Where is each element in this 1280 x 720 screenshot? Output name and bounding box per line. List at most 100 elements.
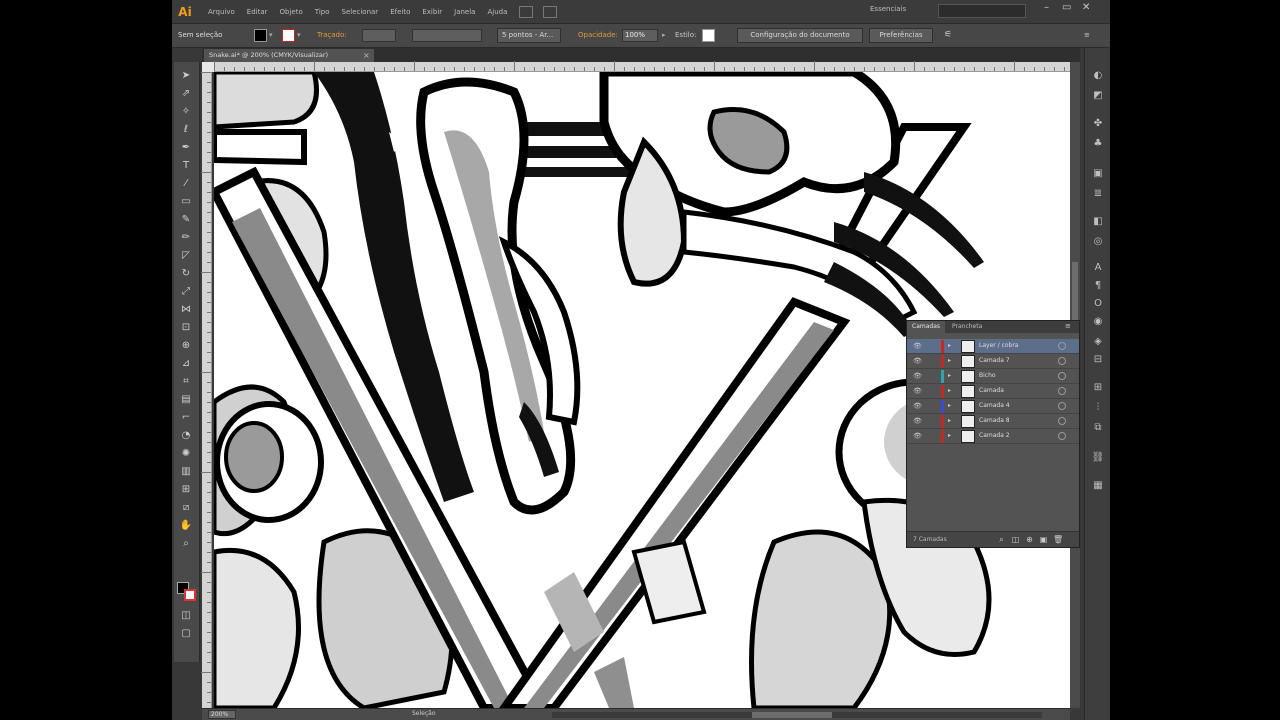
target-icon[interactable] bbox=[1058, 357, 1066, 365]
stroke-label[interactable]: Traçado: bbox=[317, 29, 347, 42]
hand-icon[interactable]: ✋ bbox=[179, 520, 193, 532]
target-icon[interactable] bbox=[1058, 417, 1066, 425]
layer-row[interactable]: 👁 ▸ Camada 7 bbox=[907, 354, 1079, 369]
stroke-swatch[interactable] bbox=[282, 29, 295, 42]
close-icon[interactable]: ✕ bbox=[1082, 2, 1090, 13]
lock-toggle[interactable] bbox=[929, 341, 935, 351]
bridge-icon[interactable] bbox=[519, 5, 534, 18]
clipping-mask-icon[interactable]: ◫ bbox=[1011, 535, 1020, 544]
menu-file[interactable]: Arquivo bbox=[208, 8, 235, 16]
pencil-icon[interactable]: ✏ bbox=[179, 232, 193, 244]
mesh-icon[interactable]: ⌗ bbox=[179, 376, 193, 388]
menu-edit[interactable]: Editar bbox=[247, 8, 268, 16]
fill-swatch[interactable] bbox=[254, 29, 267, 42]
eyedropper-icon[interactable]: ⌐ bbox=[179, 412, 193, 424]
panel-menu-icon[interactable]: ≡ bbox=[1065, 322, 1071, 330]
color-guide-icon[interactable]: ◩ bbox=[1091, 90, 1105, 102]
visibility-icon[interactable]: 👁 bbox=[913, 402, 922, 410]
gradient-icon[interactable]: ▤ bbox=[179, 394, 193, 406]
lock-toggle[interactable] bbox=[929, 431, 935, 441]
pathfinder-icon[interactable]: ⧉ bbox=[1091, 422, 1105, 434]
rectangle-icon[interactable]: ▭ bbox=[179, 196, 193, 208]
ruler-origin[interactable] bbox=[202, 62, 214, 72]
stroke-dropdown-icon[interactable]: ▾ bbox=[297, 29, 301, 42]
search-input[interactable] bbox=[938, 4, 1026, 18]
graphic-styles-icon[interactable]: ▣ bbox=[1091, 168, 1105, 180]
graph-icon[interactable]: ▥ bbox=[179, 466, 193, 478]
layer-name[interactable]: Camada 2 bbox=[979, 432, 1010, 439]
visibility-icon[interactable]: 👁 bbox=[913, 342, 922, 350]
brushes-icon[interactable]: ✤ bbox=[1091, 118, 1105, 130]
selection-icon[interactable]: ➤ bbox=[179, 70, 193, 82]
expand-icon[interactable]: ▸ bbox=[948, 342, 951, 349]
paintbrush-icon[interactable]: ✎ bbox=[179, 214, 193, 226]
expand-icon[interactable]: ▸ bbox=[948, 402, 951, 409]
target-icon[interactable] bbox=[1058, 402, 1066, 410]
color-icon[interactable]: ◐ bbox=[1091, 70, 1105, 82]
blend-icon[interactable]: ◔ bbox=[179, 430, 193, 442]
menu-type[interactable]: Tipo bbox=[315, 8, 330, 16]
variable-width-profile[interactable] bbox=[412, 29, 482, 42]
lock-toggle[interactable] bbox=[929, 356, 935, 366]
layer-name[interactable]: Camada 4 bbox=[979, 402, 1010, 409]
layer-row[interactable]: 👁 ▸ Camada bbox=[907, 384, 1079, 399]
expand-icon[interactable]: ▸ bbox=[948, 387, 951, 394]
lasso-icon[interactable]: ℓ bbox=[179, 124, 193, 136]
opacity-dropdown-icon[interactable]: ▸ bbox=[662, 29, 666, 42]
appearance-icon[interactable]: ◉ bbox=[1091, 316, 1105, 328]
eraser-icon[interactable]: ◸ bbox=[179, 250, 193, 262]
arrange-documents-icon[interactable] bbox=[543, 5, 558, 18]
opacity-field[interactable]: 100% bbox=[622, 29, 658, 42]
menu-window[interactable]: Janela bbox=[454, 8, 475, 16]
workspace-switcher[interactable]: Essenciais bbox=[870, 5, 906, 13]
paragraph-icon[interactable]: ¶ bbox=[1091, 280, 1105, 292]
visibility-icon[interactable]: 👁 bbox=[913, 357, 922, 365]
target-icon[interactable] bbox=[1058, 372, 1066, 380]
tab-layers[interactable]: Camadas bbox=[907, 321, 945, 333]
zoom-field[interactable]: 200% bbox=[208, 710, 236, 719]
selection-indicator[interactable] bbox=[1070, 343, 1075, 349]
control-panel-menu-icon[interactable]: ≡ bbox=[1084, 29, 1090, 42]
target-icon[interactable] bbox=[1058, 432, 1066, 440]
arrange-icon[interactable]: ⚟ bbox=[944, 29, 952, 42]
visibility-icon[interactable]: 👁 bbox=[913, 387, 922, 395]
visibility-icon[interactable]: 👁 bbox=[913, 432, 922, 440]
artboard-icon[interactable]: ⊞ bbox=[179, 484, 193, 496]
lock-toggle[interactable] bbox=[929, 401, 935, 411]
menu-help[interactable]: Ajuda bbox=[487, 8, 507, 16]
layer-name[interactable]: Camada 8 bbox=[979, 417, 1010, 424]
layer-row[interactable]: 👁 ▸ Bicho bbox=[907, 369, 1079, 384]
expand-icon[interactable]: ▸ bbox=[948, 357, 951, 364]
minimize-icon[interactable]: – bbox=[1044, 2, 1049, 13]
width-icon[interactable]: ⋈ bbox=[179, 304, 193, 316]
fill-dropdown-icon[interactable]: ▾ bbox=[269, 29, 273, 42]
stroke-weight-field[interactable] bbox=[362, 29, 396, 42]
new-layer-icon[interactable]: ▣ bbox=[1039, 535, 1048, 544]
layer-name[interactable]: Layer / cobra bbox=[979, 342, 1019, 349]
lock-toggle[interactable] bbox=[929, 416, 935, 426]
gradient-panel-icon[interactable]: ◧ bbox=[1091, 216, 1105, 228]
artboards-panel-icon[interactable]: ⊟ bbox=[1091, 354, 1105, 366]
perspective-icon[interactable]: ⊿ bbox=[179, 358, 193, 370]
line-icon[interactable]: ⁄ bbox=[179, 178, 193, 190]
slice-icon[interactable]: ⧄ bbox=[179, 502, 193, 514]
visibility-icon[interactable]: 👁 bbox=[913, 417, 922, 425]
shape-builder-icon[interactable]: ⊕ bbox=[179, 340, 193, 352]
layer-name[interactable]: Bicho bbox=[979, 372, 996, 379]
expand-icon[interactable]: ▸ bbox=[948, 372, 951, 379]
layers-panel-icon[interactable]: ◈ bbox=[1091, 336, 1105, 348]
layer-row[interactable]: 👁 ▸ Camada 2 bbox=[907, 429, 1079, 444]
layer-row[interactable]: 👁 ▸ Layer / cobra bbox=[907, 339, 1079, 354]
expand-icon[interactable]: ▸ bbox=[948, 417, 951, 424]
target-icon[interactable] bbox=[1058, 342, 1066, 350]
transparency-icon[interactable]: ◎ bbox=[1091, 236, 1105, 248]
target-icon[interactable] bbox=[1058, 387, 1066, 395]
document-setup-button[interactable]: Configuração do documento bbox=[737, 28, 863, 43]
lock-toggle[interactable] bbox=[929, 371, 935, 381]
type-icon[interactable]: T bbox=[179, 160, 193, 172]
new-sublayer-icon[interactable]: ⊕ bbox=[1025, 535, 1034, 544]
maximize-icon[interactable]: ▭ bbox=[1062, 2, 1071, 13]
layer-name[interactable]: Camada 7 bbox=[979, 357, 1010, 364]
symbols-icon[interactable]: ♣ bbox=[1091, 138, 1105, 150]
vertical-ruler[interactable] bbox=[201, 72, 212, 710]
